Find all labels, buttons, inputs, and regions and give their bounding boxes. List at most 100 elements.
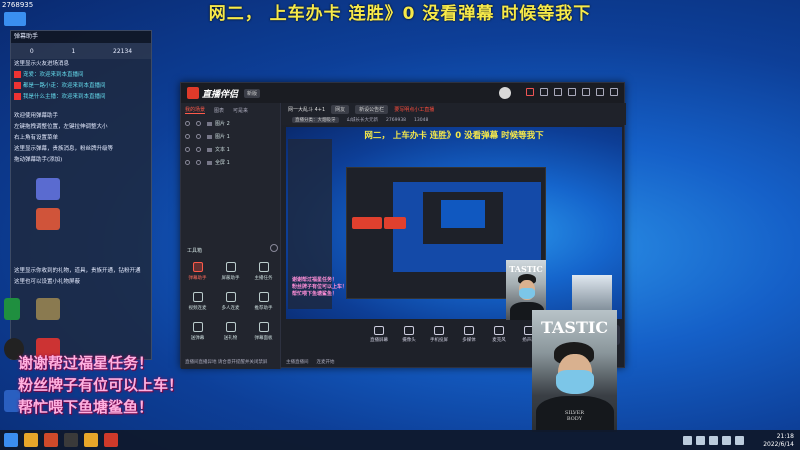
minimize-icon[interactable] [582,88,590,96]
scene-toolbar: 网一大乱斗 4+1 网友 新设公告栏 要写明点小工直播 [282,103,626,115]
menu-icon[interactable] [568,88,576,96]
cam-shirt-text: TASTIC [540,318,609,337]
eye-icon[interactable] [185,160,190,165]
tool-multi-link[interactable]: 多人连麦 [214,289,247,315]
announcement-button[interactable]: 新设公告栏 [355,104,389,114]
more-icon[interactable] [270,244,278,252]
media-button[interactable]: 多媒体 [456,323,482,349]
eye-icon[interactable] [185,134,190,139]
app-logo-icon [187,87,199,99]
danmaku-icon [192,322,203,332]
user-icon [225,262,236,272]
app-icon[interactable] [64,433,78,447]
tool-recommend[interactable]: 推荐助手 [247,289,280,315]
help-line: 这里显示弹幕，贵族消息，粉丝牌升级等 [14,146,114,152]
tab-chart[interactable]: 图表 [214,107,224,114]
preview-red-button [352,217,382,229]
layer-item[interactable]: 全屏 1 [181,156,280,169]
microphone-icon [494,326,504,335]
download-icon [225,292,236,302]
heat-count: 13048 [414,117,429,123]
avatar[interactable] [499,87,511,99]
tab-other[interactable]: 可是来 [233,107,248,114]
app-icon[interactable] [24,433,38,447]
tray-icon[interactable] [735,436,744,445]
pink-overlay-text: 谢谢帮过福星任务！ 粉丝牌子有位可以上车！ 帮忙喂下鱼塘鲨鱼！ [18,352,183,418]
scene-warning: 要写明点小工直播 [394,106,435,113]
tool-block-helper[interactable]: 屏蔽助手 [214,259,247,285]
image-icon [207,134,212,139]
preview-pink-text: 谢谢帮过福星任务！ 粉丝牌子有位可以上车！ 帮忙喂下鱼塘鲨鱼！ [292,277,348,297]
eye-icon[interactable] [185,121,190,126]
taskbar-clock[interactable]: 21:18 2022/6/14 [763,433,794,449]
side-tabs: 我的场景 图表 可是来 [181,103,280,117]
toolbox-title: 工具箱 [187,248,203,254]
scene-info: 直播分类：大烟吸牙 山城长长大元新 2769938 13048 [282,115,626,125]
top-left-id: 2768935 [2,1,34,9]
pink-line: 谢谢帮过福星任务！ [18,354,154,372]
layer-item[interactable]: 文本 1 [181,143,280,156]
app-icon[interactable] [104,433,118,447]
app-icon[interactable] [44,433,58,447]
close-icon[interactable] [610,88,618,96]
scene-tab[interactable]: 网友 [331,104,350,114]
panel-icon [258,322,269,332]
desktop-icon[interactable] [36,298,60,320]
lock-icon[interactable] [196,121,201,126]
panel-line: 宠爱：欢迎来到本直播间 [11,70,151,81]
desktop-icon[interactable] [36,208,60,230]
microphone-button[interactable]: 麦克风 [486,323,512,349]
stat-1: 1 [71,47,76,55]
tool-video-link[interactable]: 视频连麦 [181,289,214,315]
desktop-icon[interactable] [4,298,20,320]
layer-item[interactable]: 图片 2 [181,117,280,130]
danmaku-helper-panel[interactable]: 弹幕助手 0 1 22134 这里显示火友进场消息 宠爱：欢迎来到本直播间 都是… [10,30,152,360]
side-status: 直播间直播异地 请合意开提醒并关闭禁屏 [185,360,268,365]
desktop-icon[interactable] [36,178,60,200]
stat-0: 0 [29,47,34,55]
tool-danmaku-helper[interactable]: 弹幕助手 [181,259,214,285]
tool-streamer-task[interactable]: 主播任务 [247,259,280,285]
pink-line: 粉丝牌子有位可以上车！ [18,376,184,394]
screen-capture-button[interactable]: 直播屏幕 [366,323,392,349]
app-logo-icon [4,12,26,26]
tab-my-scene[interactable]: 我的场景 [185,106,206,114]
cam-foot-text: SILVER BODY [564,410,585,422]
camera-button[interactable]: 摄像头 [396,323,422,349]
tray-icons [679,436,744,445]
tray-icon[interactable] [709,436,718,445]
settings-icon[interactable] [554,88,562,96]
lock-icon[interactable] [196,160,201,165]
help-line: 拖动弹幕助手(添加) [14,157,63,163]
stream-preview[interactable]: 网二， 上车办卡 连胜》0 没看弹幕 时候等我下 谢谢帮过福星任务！ 粉丝牌子有… [286,127,622,319]
tray-icon[interactable] [696,436,705,445]
gift-icon[interactable] [526,88,534,96]
tray-icon[interactable] [722,436,731,445]
lock-icon[interactable] [196,134,201,139]
layer-item[interactable]: 图片 1 [181,130,280,143]
panel-line: 这里显示火友进场消息 [14,61,70,67]
category-tag[interactable]: 直播分类：大烟吸牙 [292,117,339,123]
tray-icon[interactable] [683,436,692,445]
toolbox-grid: 弹幕助手 屏蔽助手 主播任务 视频连麦 多人连麦 推荐助手 送弹幕 送礼物 弹幕… [181,259,281,345]
room-id: 2769938 [386,117,407,123]
tool-send-danmaku[interactable]: 送弹幕 [181,319,214,345]
phone-cast-button[interactable]: 手机投屏 [426,323,452,349]
scene-sidebar: 我的场景 图表 可是来 图片 2 图片 1 文本 1 全屏 1 工具箱 弹幕助手… [181,103,281,369]
panel-stats: 0 1 22134 [11,43,151,59]
app-icon[interactable] [84,433,98,447]
lock-icon[interactable] [196,147,201,152]
stat-2: 22134 [113,47,133,55]
maximize-icon[interactable] [596,88,604,96]
panel-line: 我是什么主播：欢迎来到本直播间 [11,92,151,103]
scene-tab[interactable]: 网一大乱斗 4+1 [288,106,325,113]
tool-send-gift[interactable]: 送礼物 [214,319,247,345]
start-icon[interactable] [4,433,18,447]
version-badge[interactable]: 新版 [244,88,261,98]
danmaku-icon [192,262,203,272]
lock-icon[interactable] [540,88,548,96]
panel-header: 弹幕助手 [11,31,151,43]
eye-icon[interactable] [185,147,190,152]
tool-danmaku-panel[interactable]: 弹幕面板 [247,319,280,345]
help-line: 左键拖拽调整位置，左键拉伸调整大小 [14,124,108,130]
